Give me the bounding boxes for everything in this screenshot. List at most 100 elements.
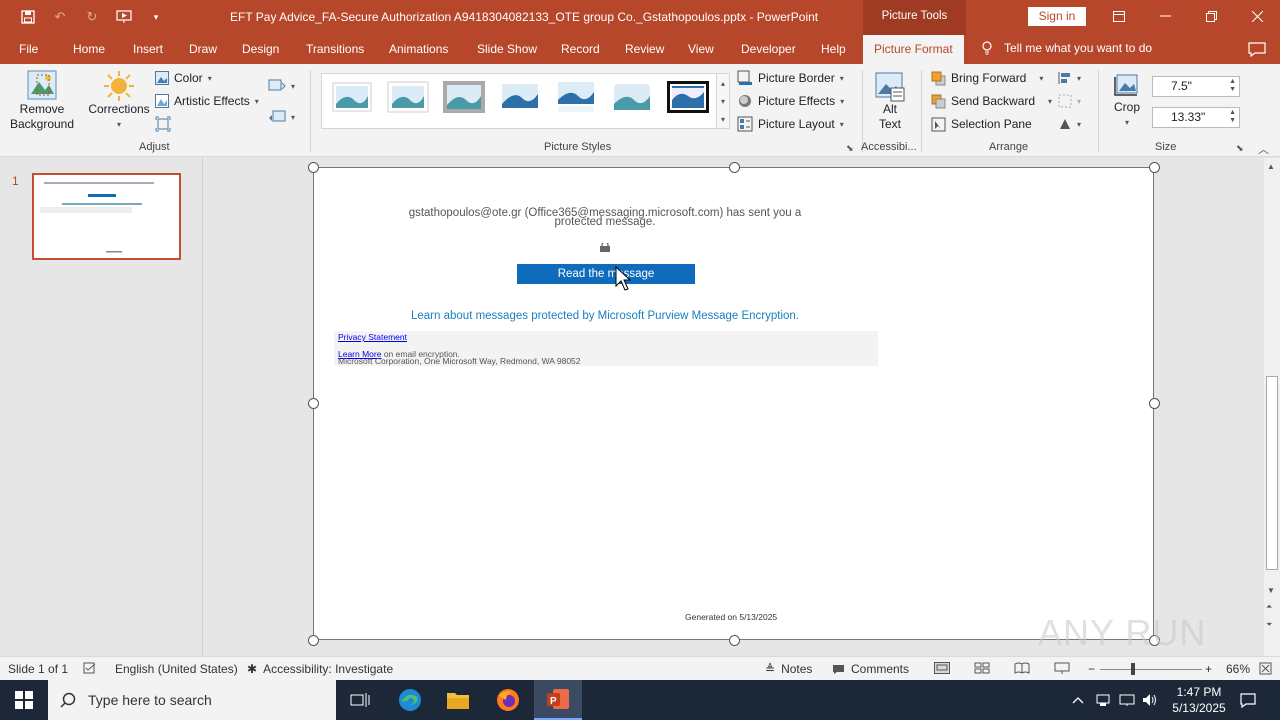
bring-forward-button[interactable]: Bring Forward ▾ <box>931 68 1043 88</box>
tab-slide-show[interactable]: Slide Show <box>477 35 537 64</box>
undo-icon[interactable]: ↶ <box>50 8 70 26</box>
resize-handle[interactable] <box>729 635 740 646</box>
vertical-scrollbar[interactable]: ▲ ▼ ⏶ ⏷ <box>1264 158 1280 656</box>
present-from-beginning-icon[interactable] <box>114 8 134 26</box>
reading-view-icon[interactable] <box>1014 662 1030 674</box>
artistic-effects-button[interactable]: Artistic Effects ▾ <box>155 91 259 111</box>
tab-home[interactable]: Home <box>73 35 105 64</box>
resize-handle[interactable] <box>308 162 319 173</box>
picture-style-thumb[interactable] <box>386 80 430 114</box>
zoom-in-icon[interactable]: + <box>1205 662 1212 676</box>
corrections-button[interactable]: Corrections ▾ <box>86 70 152 132</box>
file-explorer-icon[interactable] <box>434 680 482 720</box>
zoom-slider[interactable] <box>1100 669 1202 670</box>
tab-animations[interactable]: Animations <box>389 35 448 64</box>
resize-handle[interactable] <box>308 398 319 409</box>
tab-design[interactable]: Design <box>242 35 279 64</box>
system-clock[interactable]: 1:47 PM 5/13/2025 <box>1164 684 1234 716</box>
color-button[interactable]: Color ▾ <box>155 68 212 88</box>
redo-icon[interactable]: ↻ <box>82 8 102 26</box>
slide-show-icon[interactable] <box>1054 662 1070 674</box>
picture-style-thumb[interactable] <box>330 80 374 114</box>
slide-sorter-icon[interactable] <box>974 662 990 674</box>
dialog-launcher-icon[interactable]: ⬊ <box>846 143 854 154</box>
tab-picture-format[interactable]: Picture Format <box>863 35 964 64</box>
network-drive-icon[interactable] <box>1092 680 1114 720</box>
crop-button[interactable]: Crop ▾ <box>1106 72 1148 130</box>
spin-arrows[interactable]: ▲ ▼ <box>1229 109 1236 125</box>
volume-icon[interactable] <box>1139 680 1161 720</box>
sign-in-button[interactable]: Sign in <box>1028 7 1086 26</box>
tab-help[interactable]: Help <box>821 35 846 64</box>
ribbon-display-options-icon[interactable] <box>1096 0 1142 32</box>
resize-handle[interactable] <box>1149 162 1160 173</box>
spin-arrows[interactable]: ▲ ▼ <box>1229 78 1236 94</box>
compress-pictures-button[interactable]: ▾ <box>268 76 295 96</box>
minimize-icon[interactable] <box>1142 0 1188 32</box>
group-objects-button[interactable]: ▾ <box>1058 91 1081 111</box>
edge-browser-icon[interactable] <box>386 680 434 720</box>
tab-file[interactable]: File <box>19 35 38 64</box>
previous-slide-icon[interactable]: ⏶ <box>1266 602 1272 612</box>
taskbar-search-box[interactable]: Type here to search <box>48 680 336 720</box>
save-icon[interactable] <box>18 8 38 26</box>
resize-handle[interactable] <box>729 162 740 173</box>
show-hidden-icons-icon[interactable] <box>1066 680 1090 720</box>
accessibility-checker[interactable]: ✱ Accessibility: Investigate <box>247 662 393 676</box>
comments-button[interactable]: Comments <box>832 662 909 676</box>
comments-icon[interactable] <box>1248 42 1266 57</box>
slide-thumbnail[interactable] <box>32 173 181 260</box>
picture-style-thumb[interactable] <box>610 80 654 114</box>
picture-style-thumb-selected[interactable] <box>666 80 710 114</box>
transparency-button[interactable] <box>155 114 171 134</box>
tab-record[interactable]: Record <box>561 35 600 64</box>
language-indicator[interactable]: English (United States) <box>115 662 238 676</box>
customize-qat-icon[interactable]: ▾ <box>146 8 166 26</box>
tab-transitions[interactable]: Transitions <box>306 35 364 64</box>
tab-view[interactable]: View <box>688 35 714 64</box>
next-slide-icon[interactable]: ⏷ <box>1266 620 1272 630</box>
send-backward-button[interactable]: Send Backward ▾ <box>931 91 1052 111</box>
tab-draw[interactable]: Draw <box>189 35 217 64</box>
scroll-up-icon[interactable]: ▲ <box>1267 162 1275 171</box>
dialog-launcher-icon[interactable]: ⬊ <box>1236 143 1244 154</box>
picture-layout-button[interactable]: Picture Layout ▾ <box>737 114 844 134</box>
slide-canvas[interactable]: gstathopoulos@ote.gr (Office365@messagin… <box>313 167 1154 640</box>
tell-me-search[interactable]: Tell me what you want to do <box>982 41 1152 55</box>
zoom-out-icon[interactable]: − <box>1088 662 1095 676</box>
zoom-slider-thumb[interactable] <box>1131 663 1135 675</box>
scrollbar-thumb[interactable] <box>1266 376 1278 570</box>
rotate-button[interactable]: ▾ <box>1058 114 1081 134</box>
windows-start-icon[interactable] <box>0 680 48 720</box>
picture-style-thumb[interactable] <box>442 80 486 114</box>
zoom-level[interactable]: 66% <box>1226 662 1250 676</box>
restore-icon[interactable] <box>1188 0 1234 32</box>
align-button[interactable]: ▾ <box>1058 68 1081 88</box>
normal-view-icon[interactable] <box>934 662 950 674</box>
shape-height-input[interactable]: 7.5" ▲ ▼ <box>1152 76 1240 97</box>
privacy-statement-link[interactable]: Privacy Statement <box>338 332 407 342</box>
picture-style-thumb[interactable] <box>498 80 542 114</box>
fit-to-window-icon[interactable] <box>1259 662 1272 675</box>
close-icon[interactable] <box>1234 0 1280 32</box>
picture-effects-button[interactable]: Picture Effects ▾ <box>737 91 844 111</box>
change-picture-button[interactable]: ▾ <box>268 107 295 127</box>
selection-pane-button[interactable]: Selection Pane <box>931 114 1032 134</box>
picture-border-button[interactable]: Picture Border ▾ <box>737 68 844 88</box>
task-view-icon[interactable] <box>336 680 384 720</box>
shape-width-input[interactable]: 13.33" ▲ ▼ <box>1152 107 1240 128</box>
learn-about-link[interactable]: Learn about messages protected by Micros… <box>313 310 897 322</box>
remove-background-button[interactable]: Remove Background <box>8 70 76 132</box>
tab-developer[interactable]: Developer <box>741 35 796 64</box>
network-icon[interactable] <box>1116 680 1138 720</box>
spell-check-icon[interactable] <box>83 662 97 674</box>
resize-handle[interactable] <box>1149 398 1160 409</box>
notes-button[interactable]: ≜ Notes <box>765 662 812 676</box>
picture-style-thumb[interactable] <box>554 80 598 114</box>
alt-text-button[interactable]: Alt Text <box>870 72 910 132</box>
read-message-button[interactable]: Read the message <box>517 264 695 284</box>
tab-insert[interactable]: Insert <box>133 35 163 64</box>
collapse-ribbon-icon[interactable]: ︿ <box>1258 141 1269 157</box>
firefox-icon[interactable] <box>484 680 532 720</box>
notifications-icon[interactable] <box>1236 680 1260 720</box>
